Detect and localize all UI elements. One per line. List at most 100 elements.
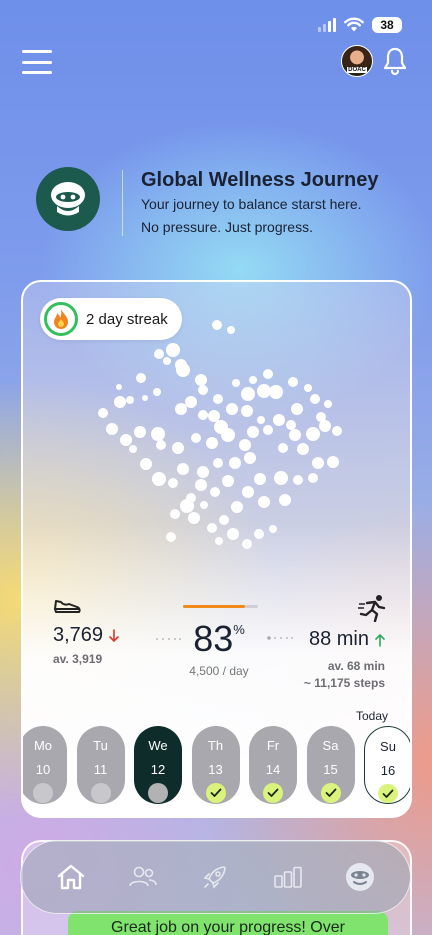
day-pill[interactable]: Fr 14 [249,726,297,804]
day-name: We [148,738,168,753]
nav-community[interactable] [120,854,166,900]
illustration-dot [289,429,301,441]
illustration-dot [98,408,108,418]
community-icon [129,866,158,887]
daily-progress-card: 2 day streak 3,769 av. 3,919 83% 4,500 /… [21,280,412,818]
week-day-selector: Mo 10 Tu 11 We 12 Th 13 Fr 14 Sa 15 Su 16 [23,726,410,806]
illustration-dot [208,410,220,422]
illustration-dot [304,384,312,392]
monkey-mascot-icon [51,182,85,216]
illustration-dot [198,410,208,420]
goal-progress-bar [183,605,258,608]
illustration-dot [172,442,184,454]
check-icon [320,783,341,803]
illustration-dot [197,466,209,478]
avatar[interactable]: DOAC [341,45,373,77]
illustration-dot [327,456,339,468]
illustration-dot [154,349,164,359]
illustration-dot [129,445,137,453]
battery-indicator: 38 [372,17,402,33]
illustration-dot [257,416,265,424]
day-pill[interactable]: Su 16 [364,726,410,804]
illustration-dot [191,433,201,443]
illustration-dot [166,532,176,542]
header-divider [122,170,123,236]
day-pill[interactable]: Mo 10 [23,726,67,804]
illustration-dot [241,405,253,417]
illustration-dot [254,473,266,485]
brand-logo [36,167,100,231]
illustration-dot [269,385,283,399]
illustration-dot [207,523,217,533]
menu-button[interactable] [22,50,52,74]
nav-profile[interactable] [337,854,383,900]
day-date: 16 [380,763,396,778]
signal-icon [318,18,336,32]
illustration-dot [212,320,222,330]
illustration-dot [116,384,122,390]
nav-home[interactable] [48,854,94,900]
illustration-dot [306,427,320,441]
streak-label: 2 day streak [86,310,168,328]
illustration-dot [312,457,324,469]
check-icon [263,783,283,803]
illustration-dot [263,369,273,379]
illustration-dot [332,426,342,436]
day-name: Sa [322,738,339,753]
active-minutes-stat: 88 min av. 68 min ~ 11,175 steps [304,628,385,692]
day-name: Th [207,738,224,753]
illustration-dot [263,425,273,435]
illustration-dot [185,396,197,408]
illustration-dot [231,501,243,513]
illustration-dot [239,439,251,451]
illustration-dot [200,501,208,509]
illustration-dot [249,376,257,384]
illustration-dot [114,396,126,408]
illustration-dot [186,493,196,503]
page-subtitle-line2: No pressure. Just progress. [141,219,313,235]
illustration-dot [241,387,255,401]
illustration-dot [308,473,318,483]
today-label: Today [356,709,389,723]
bell-icon[interactable] [382,46,408,76]
day-pill[interactable]: Sa 15 [306,726,355,804]
illustration-dot [156,440,166,450]
illustration-dot [273,414,285,426]
day-name: Tu [93,738,108,753]
status-bar: 38 [318,14,402,36]
streak-ring [44,302,78,336]
active-minutes-value: 88 min [308,628,369,650]
incomplete-circle [90,783,111,803]
check-icon [378,784,398,803]
illustration-dot [247,426,259,438]
illustration-dot [219,515,229,525]
illustration-dot [206,437,218,449]
illustration-dot [170,509,180,519]
day-name: Su [380,739,396,754]
illustration-dot [222,475,234,487]
day-pill[interactable]: We 12 [134,726,182,804]
illustration-dot [140,458,152,470]
illustration-dot [152,472,166,486]
illustration-dot [142,395,148,401]
dotted-connector-right [267,636,293,640]
illustration-dot [288,377,298,387]
illustration-dot [214,420,228,434]
day-date: 15 [323,762,338,777]
nav-explore[interactable] [192,854,238,900]
day-date: 14 [265,762,281,777]
day-pill[interactable]: Th 13 [191,726,240,804]
nav-stats[interactable] [265,854,311,900]
illustration-dot [269,525,277,533]
active-steps-equivalent: ~ 11,175 steps [303,676,385,690]
illustration-dot [242,539,252,549]
illustration-dot [195,374,207,386]
day-pill[interactable]: Tu 11 [76,726,125,804]
streak-badge[interactable]: 2 day streak [40,298,182,340]
goal-progress-fill [183,605,246,608]
stats-icon [273,866,302,888]
flame-icon [54,309,68,329]
illustration-dot [213,458,223,468]
illustration-dot [279,494,291,506]
illustration-dot [213,394,223,404]
